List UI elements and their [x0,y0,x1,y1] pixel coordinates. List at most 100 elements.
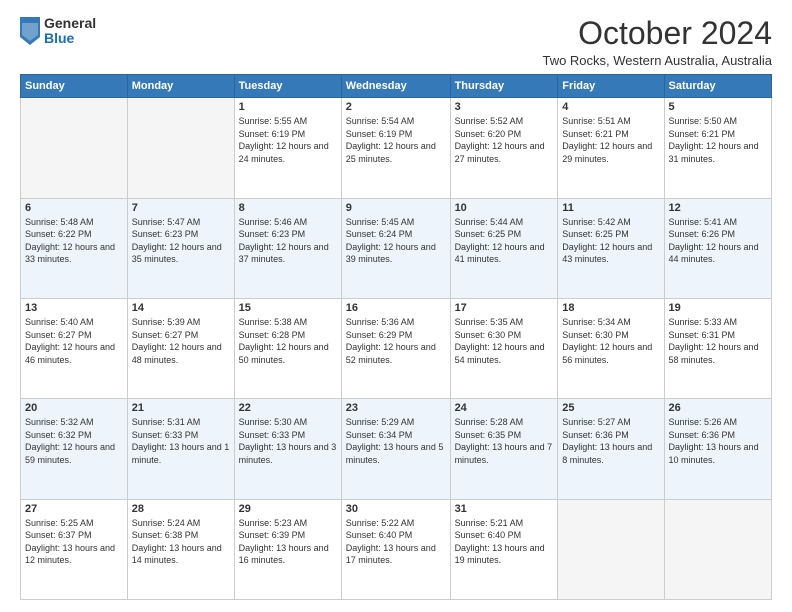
table-row: 20 Sunrise: 5:32 AM Sunset: 6:32 PM Dayli… [21,399,128,499]
day-number: 28 [132,503,230,515]
calendar-week-row: 13 Sunrise: 5:40 AM Sunset: 6:27 PM Dayli… [21,298,772,398]
day-info: Sunrise: 5:35 AM Sunset: 6:30 PM Dayligh… [455,316,554,366]
table-row: 21Sunrise: 5:31 AM Sunset: 6:33 PM Dayli… [127,399,234,499]
logo-icon [20,17,40,45]
table-row: 22 Sunrise: 5:30 AM Sunset: 6:33 PM Dayli… [234,399,341,499]
day-info: Sunrise: 5:51 AM Sunset: 6:21 PM Dayligh… [562,115,659,165]
day-info: Sunrise: 5:40 AM Sunset: 6:27 PM Dayligh… [25,316,123,366]
table-row: 25 Sunrise: 5:27 AM Sunset: 6:36 PM Dayli… [558,399,664,499]
day-info: Sunrise: 5:45 AM Sunset: 6:24 PM Dayligh… [346,216,446,266]
day-number: 9 [346,202,446,214]
table-row: 8 Sunrise: 5:46 AM Sunset: 6:23 PM Daylig… [234,198,341,298]
day-info: Sunrise: 5:54 AM Sunset: 6:19 PM Dayligh… [346,115,446,165]
day-info: Sunrise: 5:23 AM Sunset: 6:39 PM Dayligh… [239,517,337,567]
header-tuesday: Tuesday [234,75,341,98]
day-number: 19 [669,302,767,314]
header-saturday: Saturday [664,75,771,98]
table-row: 9 Sunrise: 5:45 AM Sunset: 6:24 PM Daylig… [341,198,450,298]
day-number: 4 [562,101,659,113]
table-row [664,499,771,599]
day-info: Sunrise: 5:34 AM Sunset: 6:30 PM Dayligh… [562,316,659,366]
table-row: 24Sunrise: 5:28 AM Sunset: 6:35 PM Dayli… [450,399,558,499]
day-info: Sunrise: 5:25 AM Sunset: 6:37 PM Dayligh… [25,517,123,567]
calendar-week-row: 20 Sunrise: 5:32 AM Sunset: 6:32 PM Dayli… [21,399,772,499]
day-info: Sunrise: 5:38 AM Sunset: 6:28 PM Dayligh… [239,316,337,366]
day-info: Sunrise: 5:52 AM Sunset: 6:20 PM Dayligh… [455,115,554,165]
day-info: Sunrise: 5:41 AM Sunset: 6:26 PM Dayligh… [669,216,767,266]
day-info: Sunrise: 5:32 AM Sunset: 6:32 PM Dayligh… [25,416,123,466]
table-row: 10 Sunrise: 5:44 AM Sunset: 6:25 PM Dayli… [450,198,558,298]
day-number: 14 [132,302,230,314]
day-number: 10 [455,202,554,214]
table-row: 14 Sunrise: 5:39 AM Sunset: 6:27 PM Dayli… [127,298,234,398]
header-sunday: Sunday [21,75,128,98]
day-number: 16 [346,302,446,314]
day-number: 29 [239,503,337,515]
title-block: October 2024 Two Rocks, Western Australi… [542,16,772,68]
header-wednesday: Wednesday [341,75,450,98]
day-info: Sunrise: 5:42 AM Sunset: 6:25 PM Dayligh… [562,216,659,266]
month-title: October 2024 [542,16,772,51]
table-row: 30Sunrise: 5:22 AM Sunset: 6:40 PM Dayli… [341,499,450,599]
day-number: 22 [239,402,337,414]
table-row: 16 Sunrise: 5:36 AM Sunset: 6:29 PM Dayli… [341,298,450,398]
header-friday: Friday [558,75,664,98]
day-number: 8 [239,202,337,214]
day-number: 17 [455,302,554,314]
day-number: 1 [239,101,337,113]
table-row: 26 Sunrise: 5:26 AM Sunset: 6:36 PM Dayli… [664,399,771,499]
day-number: 23 [346,402,446,414]
table-row [127,98,234,198]
day-number: 5 [669,101,767,113]
day-number: 13 [25,302,123,314]
day-number: 6 [25,202,123,214]
day-info: Sunrise: 5:30 AM Sunset: 6:33 PM Dayligh… [239,416,337,466]
day-info: Sunrise: 5:27 AM Sunset: 6:36 PM Dayligh… [562,416,659,466]
calendar-table: Sunday Monday Tuesday Wednesday Thursday… [20,74,772,600]
day-info: Sunrise: 5:48 AM Sunset: 6:22 PM Dayligh… [25,216,123,266]
table-row: 15Sunrise: 5:38 AM Sunset: 6:28 PM Dayli… [234,298,341,398]
calendar-week-row: 27Sunrise: 5:25 AM Sunset: 6:37 PM Dayli… [21,499,772,599]
page: General Blue October 2024 Two Rocks, Wes… [0,0,792,612]
header: General Blue October 2024 Two Rocks, Wes… [20,16,772,68]
calendar-header-row: Sunday Monday Tuesday Wednesday Thursday… [21,75,772,98]
day-number: 11 [562,202,659,214]
table-row: 2 Sunrise: 5:54 AM Sunset: 6:19 PM Daylig… [341,98,450,198]
day-info: Sunrise: 5:22 AM Sunset: 6:40 PM Dayligh… [346,517,446,567]
day-number: 24 [455,402,554,414]
table-row: 13 Sunrise: 5:40 AM Sunset: 6:27 PM Dayli… [21,298,128,398]
day-info: Sunrise: 5:36 AM Sunset: 6:29 PM Dayligh… [346,316,446,366]
day-number: 2 [346,101,446,113]
table-row: 31Sunrise: 5:21 AM Sunset: 6:40 PM Dayli… [450,499,558,599]
day-number: 7 [132,202,230,214]
table-row: 7Sunrise: 5:47 AM Sunset: 6:23 PM Daylig… [127,198,234,298]
header-thursday: Thursday [450,75,558,98]
table-row: 11 Sunrise: 5:42 AM Sunset: 6:25 PM Dayli… [558,198,664,298]
table-row: 27Sunrise: 5:25 AM Sunset: 6:37 PM Dayli… [21,499,128,599]
day-info: Sunrise: 5:55 AM Sunset: 6:19 PM Dayligh… [239,115,337,165]
day-info: Sunrise: 5:44 AM Sunset: 6:25 PM Dayligh… [455,216,554,266]
day-info: Sunrise: 5:29 AM Sunset: 6:34 PM Dayligh… [346,416,446,466]
day-info: Sunrise: 5:33 AM Sunset: 6:31 PM Dayligh… [669,316,767,366]
table-row: 28 Sunrise: 5:24 AM Sunset: 6:38 PM Dayli… [127,499,234,599]
day-info: Sunrise: 5:26 AM Sunset: 6:36 PM Dayligh… [669,416,767,466]
day-number: 12 [669,202,767,214]
table-row: 5Sunrise: 5:50 AM Sunset: 6:21 PM Daylig… [664,98,771,198]
table-row: 29 Sunrise: 5:23 AM Sunset: 6:39 PM Dayli… [234,499,341,599]
table-row: 12 Sunrise: 5:41 AM Sunset: 6:26 PM Dayli… [664,198,771,298]
logo-general: General [44,16,96,31]
table-row: 19 Sunrise: 5:33 AM Sunset: 6:31 PM Dayli… [664,298,771,398]
day-info: Sunrise: 5:46 AM Sunset: 6:23 PM Dayligh… [239,216,337,266]
day-number: 25 [562,402,659,414]
day-info: Sunrise: 5:21 AM Sunset: 6:40 PM Dayligh… [455,517,554,567]
logo: General Blue [20,16,96,47]
day-info: Sunrise: 5:31 AM Sunset: 6:33 PM Dayligh… [132,416,230,466]
day-info: Sunrise: 5:24 AM Sunset: 6:38 PM Dayligh… [132,517,230,567]
table-row: 6 Sunrise: 5:48 AM Sunset: 6:22 PM Daylig… [21,198,128,298]
calendar-week-row: 6 Sunrise: 5:48 AM Sunset: 6:22 PM Daylig… [21,198,772,298]
day-info: Sunrise: 5:39 AM Sunset: 6:27 PM Dayligh… [132,316,230,366]
day-number: 26 [669,402,767,414]
calendar-week-row: 1 Sunrise: 5:55 AM Sunset: 6:19 PM Daylig… [21,98,772,198]
header-monday: Monday [127,75,234,98]
day-number: 20 [25,402,123,414]
